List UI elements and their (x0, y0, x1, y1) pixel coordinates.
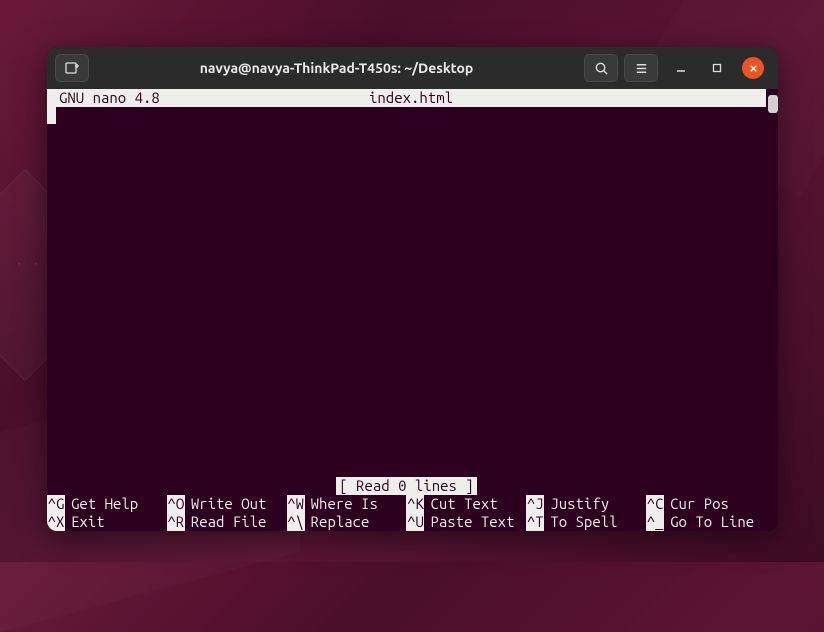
shortcut-item: ^XExit (47, 513, 167, 531)
nano-shortcuts: ^GGet Help^OWrite Out^WWhere Is^KCut Tex… (47, 495, 766, 531)
window-controls (670, 57, 764, 79)
nano-status-line: [ Read 0 lines ] (47, 477, 766, 495)
shortcut-item: ^KCut Text (406, 495, 526, 513)
shortcut-item: ^TTo Spell (526, 513, 646, 531)
editor-area[interactable] (47, 107, 766, 477)
shortcut-label: Justify (544, 495, 609, 513)
shortcut-label: Exit (65, 513, 105, 531)
shortcut-item: ^JJustify (526, 495, 646, 513)
shortcut-key: ^K (406, 495, 424, 513)
shortcut-label: To Spell (544, 513, 617, 531)
shortcut-label: Write Out (185, 495, 267, 513)
shortcut-key: ^W (287, 495, 305, 513)
shortcut-label: Replace (305, 513, 370, 531)
shortcut-label: Paste Text (424, 513, 514, 531)
shortcut-label: Cut Text (424, 495, 497, 513)
nano-status-message: [ Read 0 lines ] (336, 477, 476, 495)
shortcut-item: ^\Replace (287, 513, 407, 531)
shortcut-key: ^O (167, 495, 185, 513)
scrollbar-thumb[interactable] (768, 95, 778, 113)
shortcut-key: ^X (47, 513, 65, 531)
shortcut-key: ^_ (646, 513, 664, 531)
nano-header: GNU nano 4.8 index.html (47, 89, 766, 107)
shortcut-label: Where Is (305, 495, 378, 513)
nano-version: GNU nano 4.8 (59, 89, 369, 107)
shortcut-item: ^GGet Help (47, 495, 167, 513)
new-tab-button[interactable] (55, 54, 89, 82)
shortcut-label: Cur Pos (664, 495, 729, 513)
shortcut-label: Go To Line (664, 513, 754, 531)
shortcut-label: Read File (185, 513, 267, 531)
shortcut-label: Get Help (65, 495, 138, 513)
shortcut-key: ^G (47, 495, 65, 513)
shortcut-item: ^_Go To Line (646, 513, 766, 531)
maximize-button[interactable] (706, 57, 728, 79)
shortcut-item: ^RRead File (167, 513, 287, 531)
shortcut-item: ^CCur Pos (646, 495, 766, 513)
shortcut-row-1: ^GGet Help^OWrite Out^WWhere Is^KCut Tex… (47, 495, 766, 513)
shortcut-key: ^\ (287, 513, 305, 531)
shortcut-item: ^WWhere Is (287, 495, 407, 513)
window-title: navya@navya-ThinkPad-T450s: ~/Desktop (95, 60, 578, 76)
terminal-content[interactable]: GNU nano 4.8 index.html [ Read 0 lines ]… (47, 89, 778, 531)
hamburger-menu-button[interactable] (624, 54, 658, 82)
nano-filename: index.html (369, 89, 453, 107)
minimize-button[interactable] (670, 57, 692, 79)
search-button[interactable] (584, 54, 618, 82)
terminal-window: navya@navya-ThinkPad-T450s: ~/Desktop GN… (47, 47, 778, 531)
shortcut-key: ^U (406, 513, 424, 531)
shortcut-key: ^C (646, 495, 664, 513)
shortcut-item: ^UPaste Text (406, 513, 526, 531)
shortcut-key: ^J (526, 495, 544, 513)
text-cursor (47, 107, 56, 124)
shortcut-key: ^T (526, 513, 544, 531)
shortcut-key: ^R (167, 513, 185, 531)
window-titlebar: navya@navya-ThinkPad-T450s: ~/Desktop (47, 47, 778, 89)
shortcut-row-2: ^XExit^RRead File^\Replace^UPaste Text^T… (47, 513, 766, 531)
shortcut-item: ^OWrite Out (167, 495, 287, 513)
close-button[interactable] (742, 57, 764, 79)
